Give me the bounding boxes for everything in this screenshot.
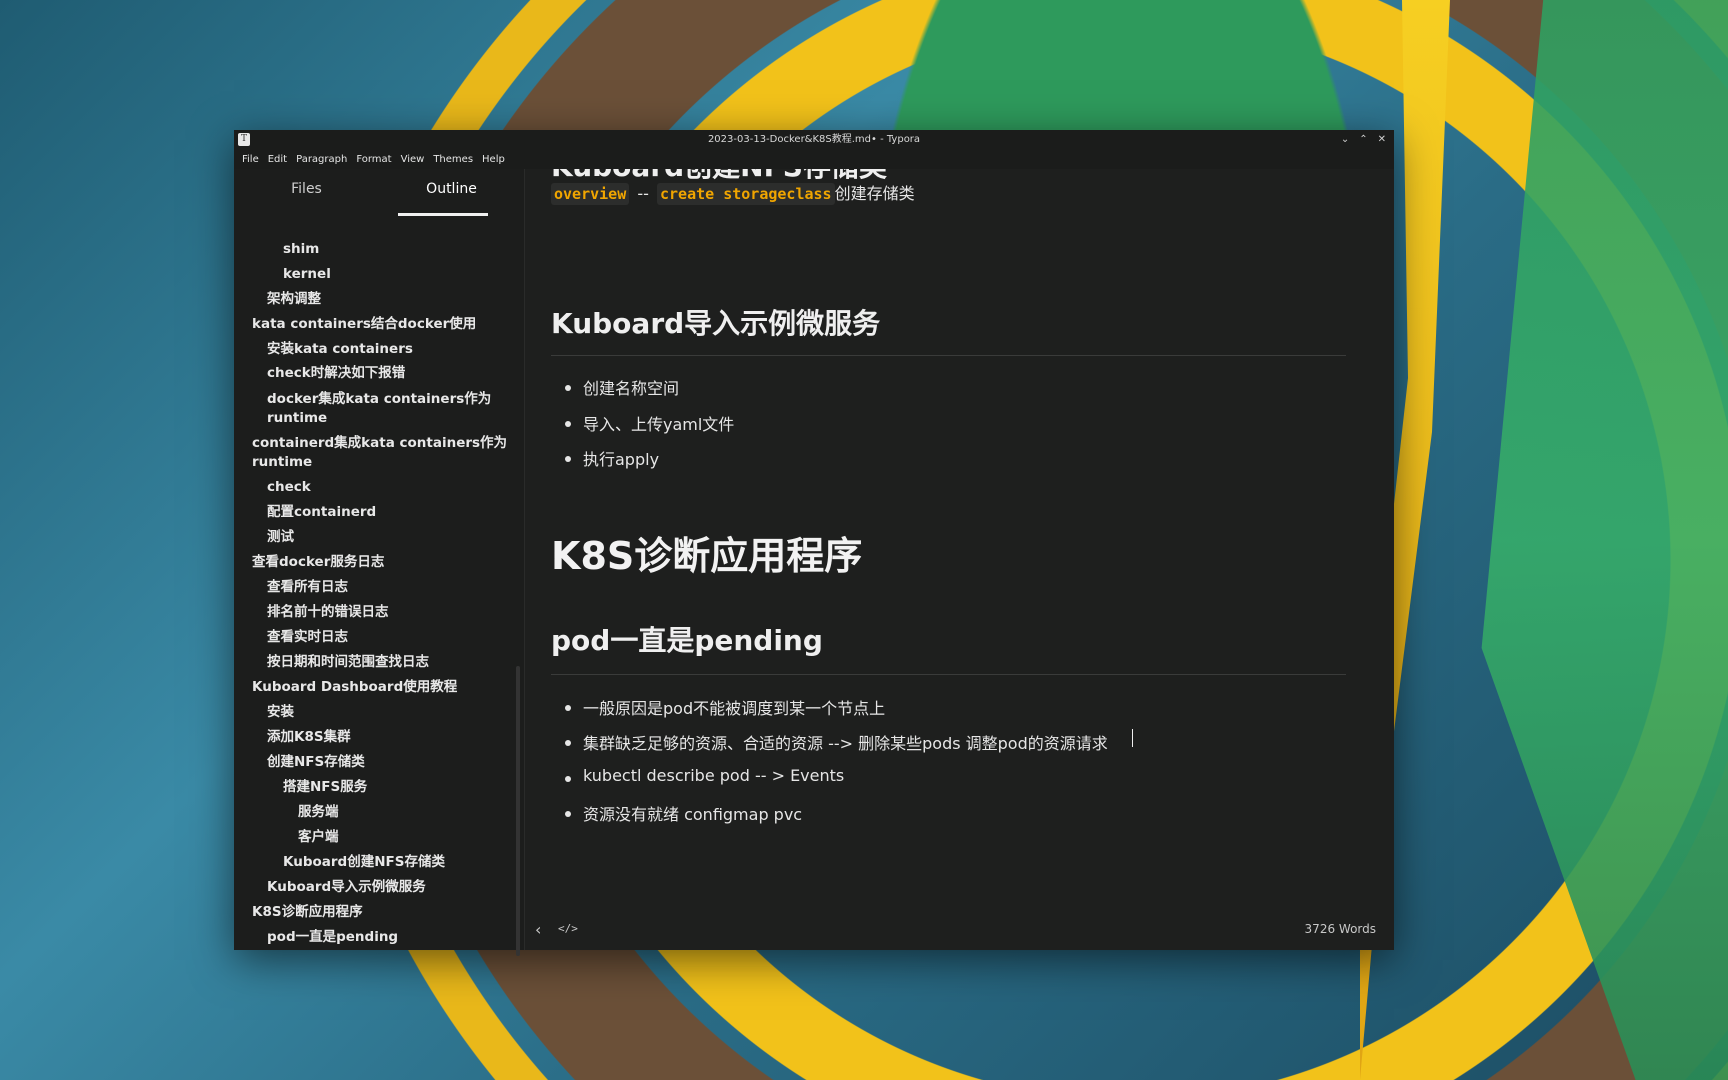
source-code-icon[interactable]: </> xyxy=(558,922,578,935)
bullet-icon xyxy=(565,705,571,711)
tab-files[interactable]: Files xyxy=(234,169,379,219)
bullet-icon xyxy=(565,811,571,817)
heading-rule xyxy=(551,674,1346,675)
title-bar[interactable]: T 2023-03-13-Docker&K8S教程.md• - Typora ⌄… xyxy=(234,130,1394,150)
outline-item[interactable]: 配置containerd xyxy=(267,503,376,521)
outline-item[interactable]: runtime xyxy=(267,409,327,427)
sidebar: Files Outline shim kernel 架构调整 kata contain… xyxy=(234,169,525,956)
menu-themes[interactable]: Themes xyxy=(429,150,478,169)
outline-item[interactable]: 安装 xyxy=(267,703,294,721)
minimize-icon[interactable]: ⌄ xyxy=(1341,130,1349,150)
outline-item[interactable]: 测试 xyxy=(267,528,294,546)
menu-bar: File Edit Paragraph Format View Themes H… xyxy=(234,150,1394,169)
list-item: kubectl describe pod -- > Events xyxy=(583,766,845,785)
outline-item[interactable]: containerd集成kata containers作为 xyxy=(252,434,507,452)
outline-item[interactable]: kernel xyxy=(283,265,331,283)
maximize-icon[interactable]: ⌃ xyxy=(1359,130,1367,150)
outline-item[interactable]: 查看docker服务日志 xyxy=(252,553,384,571)
outline-item[interactable]: docker集成kata containers作为 xyxy=(267,390,491,408)
outline-item[interactable]: 搭建NFS服务 xyxy=(283,778,367,796)
menu-format[interactable]: Format xyxy=(352,150,396,169)
menu-paragraph[interactable]: Paragraph xyxy=(292,150,352,169)
outline-item[interactable]: Kuboard Dashboard使用教程 xyxy=(252,678,457,696)
menu-view[interactable]: View xyxy=(397,150,430,169)
heading-pending: pod一直是pending xyxy=(551,624,823,657)
active-tab-indicator xyxy=(398,213,488,216)
bullet-icon xyxy=(565,776,571,782)
outline-item[interactable]: runtime xyxy=(252,453,312,471)
outline-item[interactable]: check时解决如下报错 xyxy=(267,364,405,382)
list-item: 资源没有就绪 configmap pvc xyxy=(583,805,803,824)
heading-microservice: Kuboard导入示例微服务 xyxy=(551,307,881,340)
outline-item[interactable]: kata containers结合docker使用 xyxy=(252,315,476,333)
tab-outline[interactable]: Outline xyxy=(379,169,524,219)
list-item: 导入、上传yaml文件 xyxy=(583,415,735,434)
status-bar: ‹ </> 3726 Words xyxy=(525,912,1394,950)
inline-code-overview: overview xyxy=(551,183,630,205)
separator-text: -- xyxy=(637,184,649,203)
outline-item[interactable]: 排名前十的错误日志 xyxy=(267,603,389,621)
list-item: 集群缺乏足够的资源、合适的资源 --> 删除某些pods 调整pod的资源请求 xyxy=(583,734,1108,753)
list-item: 执行apply xyxy=(583,450,660,469)
typora-app-icon: T xyxy=(238,133,250,146)
menu-help[interactable]: Help xyxy=(478,150,510,169)
close-icon[interactable]: ✕ xyxy=(1378,130,1386,150)
window-title: 2023-03-13-Docker&K8S教程.md• - Typora xyxy=(707,134,921,145)
bullet-icon xyxy=(565,740,571,746)
heading-rule xyxy=(551,355,1346,356)
outline-item[interactable]: pod一直是pending xyxy=(267,928,398,946)
outline-item[interactable]: 查看所有日志 xyxy=(267,578,348,596)
outline-item[interactable]: 按日期和时间范围查找日志 xyxy=(267,653,429,671)
storageclass-text: 创建存储类 xyxy=(834,184,915,203)
list-item: 一般原因是pod不能被调度到某一个节点上 xyxy=(583,699,886,718)
menu-edit[interactable]: Edit xyxy=(264,150,292,169)
outline-item[interactable]: 架构调整 xyxy=(267,290,321,308)
bullet-icon xyxy=(565,421,571,427)
back-icon[interactable]: ‹ xyxy=(535,920,541,939)
word-count[interactable]: 3726 Words xyxy=(1305,922,1376,936)
outline-item[interactable]: 安装kata containers xyxy=(267,340,413,358)
outline-item[interactable]: 添加K8S集群 xyxy=(267,728,351,746)
outline-item[interactable]: Kuboard创建NFS存储类 xyxy=(283,853,445,871)
wallpaper-green xyxy=(1481,0,1728,1080)
outline-item[interactable]: Kuboard导入示例微服务 xyxy=(267,878,426,896)
bullet-icon xyxy=(565,456,571,462)
outline-item[interactable]: shim xyxy=(283,240,319,258)
outline-item[interactable]: 服务端 xyxy=(298,803,339,821)
outline-item[interactable]: K8S诊断应用程序 xyxy=(252,903,363,921)
outline-item[interactable]: 客户端 xyxy=(298,828,339,846)
typora-window: T 2023-03-13-Docker&K8S教程.md• - Typora ⌄… xyxy=(234,130,1394,956)
heading-diagnose: K8S诊断应用程序 xyxy=(551,534,863,578)
inline-code-create-storageclass: create storageclass xyxy=(656,183,835,205)
menu-file[interactable]: File xyxy=(238,150,264,169)
outline-item[interactable]: 查看实时日志 xyxy=(267,628,348,646)
outline-item[interactable]: 创建NFS存储类 xyxy=(267,753,365,771)
sidebar-scrollbar[interactable] xyxy=(516,666,520,956)
bullet-icon xyxy=(565,385,571,391)
text-cursor xyxy=(1132,729,1133,747)
storageclass-paragraph: overview -- create storageclass 创建存储类 xyxy=(551,180,915,205)
outline-item[interactable]: check xyxy=(267,478,311,496)
list-item: 创建名称空间 xyxy=(583,379,680,398)
editor-pane[interactable]: Kuboard创建NFS存储类 overview -- create stora… xyxy=(525,169,1394,950)
